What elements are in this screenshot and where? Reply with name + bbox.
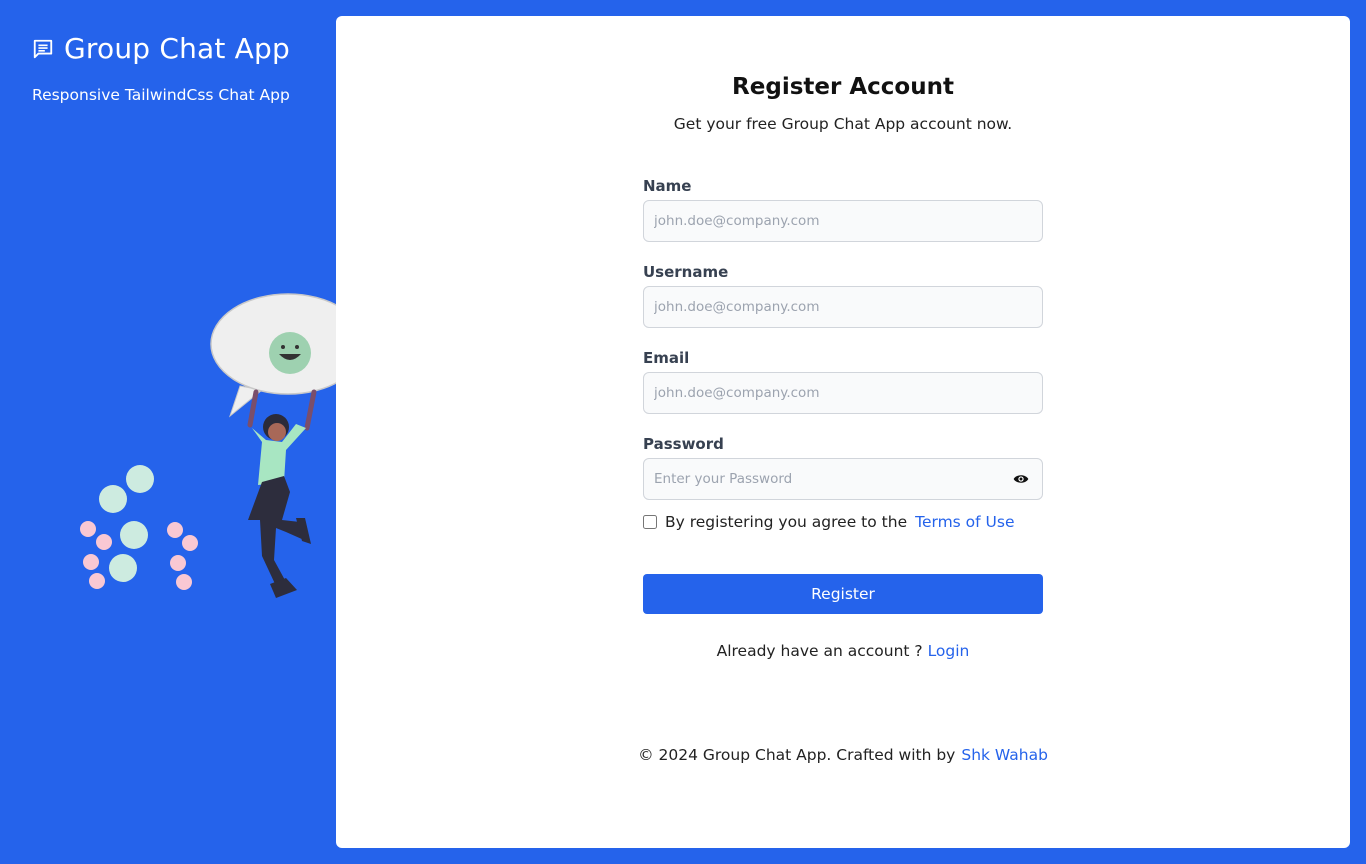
login-link[interactable]: Login xyxy=(928,642,970,660)
username-label: Username xyxy=(643,263,729,281)
login-prompt: Already have an account ? Login xyxy=(336,642,1350,660)
footer: © 2024 Group Chat App. Crafted with by Sh… xyxy=(336,746,1350,764)
username-input[interactable] xyxy=(643,286,1043,328)
terms-checkbox[interactable] xyxy=(643,515,657,529)
eye-icon[interactable] xyxy=(1013,471,1029,487)
terms-of-use-link[interactable]: Terms of Use xyxy=(915,513,1014,531)
email-field-group: Email xyxy=(643,350,1043,414)
author-link[interactable]: Shk Wahab xyxy=(961,746,1048,764)
brand[interactable]: Group Chat App xyxy=(32,32,290,65)
sidebar: Group Chat App Responsive TailwindCss Ch… xyxy=(0,0,336,864)
page-title: Register Account xyxy=(732,74,954,100)
password-field-group: Password xyxy=(643,436,1043,500)
name-label: Name xyxy=(643,177,692,195)
tagline: Responsive TailwindCss Chat App xyxy=(32,86,290,104)
email-input[interactable] xyxy=(643,372,1043,414)
email-label: Email xyxy=(643,349,690,367)
page-subtitle: Get your free Group Chat App account now… xyxy=(673,115,1013,133)
terms-row: By registering you agree to the Terms of… xyxy=(643,512,1043,532)
chat-bubble-icon xyxy=(32,38,54,60)
name-field-group: Name xyxy=(643,178,1043,242)
terms-text: By registering you agree to the xyxy=(665,513,908,531)
register-card: Register Account Get your free Group Cha… xyxy=(336,16,1350,848)
password-input[interactable] xyxy=(643,458,1043,500)
login-prompt-text: Already have an account ? xyxy=(716,642,923,660)
register-form: Name Username Email Password xyxy=(643,178,1043,614)
password-label: Password xyxy=(643,435,724,453)
name-input[interactable] xyxy=(643,200,1043,242)
brand-title: Group Chat App xyxy=(64,32,290,65)
username-field-group: Username xyxy=(643,264,1043,328)
register-button[interactable]: Register xyxy=(643,574,1043,614)
footer-text: © 2024 Group Chat App. Crafted with by xyxy=(638,746,956,764)
